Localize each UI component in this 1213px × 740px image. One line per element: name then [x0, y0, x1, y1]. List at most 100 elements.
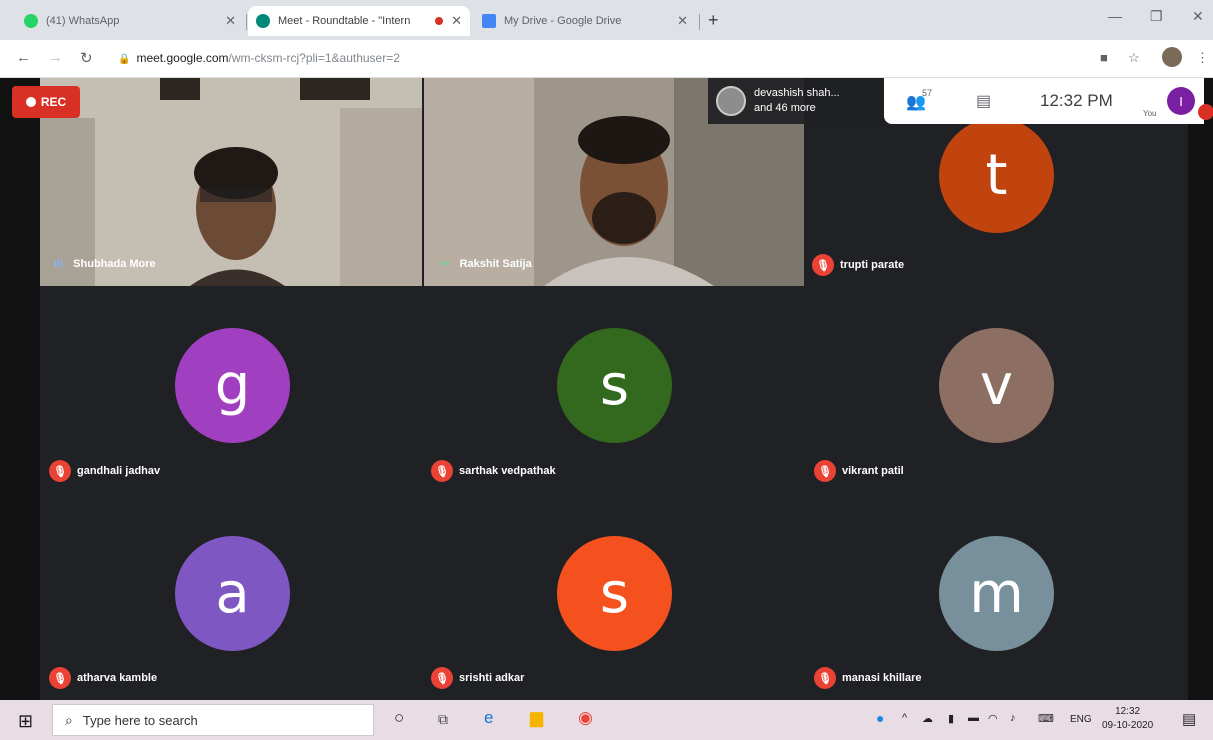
minimize-icon[interactable]: —: [1108, 8, 1122, 24]
participant-count: 57: [922, 88, 933, 98]
participant-avatar: t: [939, 118, 1054, 233]
presenter-avatar: [716, 86, 746, 116]
help-icon[interactable]: ●: [876, 710, 884, 726]
speaking-indicator-icon: •••: [438, 258, 450, 270]
participant-name: atharva kamble: [77, 672, 158, 684]
participant-name: sarthak vedpathak: [459, 465, 556, 477]
close-icon[interactable]: ✕: [677, 13, 688, 29]
mic-muted-icon: 🎙: [49, 667, 71, 689]
participant-name: Shubhada More: [73, 258, 156, 270]
cloud-icon[interactable]: ☁: [922, 712, 933, 725]
cortana-icon[interactable]: ○: [394, 708, 404, 728]
keyboard-icon[interactable]: ⌨: [1038, 712, 1054, 725]
language-indicator[interactable]: ENG: [1070, 714, 1092, 725]
new-tab-icon[interactable]: +: [708, 10, 719, 31]
meet-icon: [256, 14, 270, 28]
menu-icon[interactable]: ⋮: [1196, 50, 1209, 66]
notification-badge: [1198, 104, 1213, 120]
windows-start-icon[interactable]: ⊞: [18, 711, 33, 732]
participant-name-label: ••• Rakshit Satija: [438, 258, 532, 270]
reload-icon[interactable]: ↻: [80, 49, 93, 67]
wifi-icon[interactable]: ◠: [988, 712, 998, 725]
chrome-icon[interactable]: ◉: [578, 708, 593, 728]
chat-icon[interactable]: ▤: [976, 91, 991, 111]
network-icon[interactable]: ▬: [968, 712, 979, 724]
participant-name: vikrant patil: [842, 465, 904, 477]
volume-icon[interactable]: ♪: [1010, 712, 1016, 724]
speaking-indicator-icon: ılı: [54, 258, 64, 270]
recording-badge: REC: [12, 86, 80, 118]
clock-date: 09-10-2020: [1102, 720, 1154, 731]
windows-taskbar: ⊞ ⌕ Type here to search ○ ⧉ e ▆ ◉ ● ^ ☁ …: [0, 700, 1213, 740]
clock-time: 12:32: [1115, 706, 1141, 717]
mic-muted-icon: 🎙: [431, 460, 453, 482]
participant-tile[interactable]: a 🎙 atharva kamble: [40, 496, 422, 696]
participant-name: Rakshit Satija: [459, 258, 532, 270]
participant-name: trupti parate: [840, 259, 905, 271]
tab-whatsapp[interactable]: (41) WhatsApp ✕: [16, 6, 244, 36]
participant-name: manasi khillare: [842, 672, 922, 684]
address-bar: ← → ↻ 🔒 meet.google.com/wm-cksm-rcj?pli=1…: [0, 40, 1213, 78]
forward-icon[interactable]: →: [48, 49, 63, 66]
tray-chevron-icon[interactable]: ^: [902, 712, 907, 724]
meet-stage: ılı Shubhada More ••• Rakshit Satija t 🎙…: [0, 78, 1213, 700]
rec-label: REC: [40, 95, 67, 109]
mic-muted-icon: 🎙: [812, 254, 834, 276]
tab-separator: [246, 14, 247, 30]
star-icon[interactable]: ☆: [1128, 50, 1140, 66]
participant-name: srishti adkar: [459, 672, 525, 684]
file-explorer-icon[interactable]: ▆: [530, 708, 543, 728]
camera-icon[interactable]: ■: [1100, 50, 1108, 65]
participant-avatar: s: [557, 328, 672, 443]
self-avatar[interactable]: I: [1167, 87, 1195, 115]
recording-indicator-icon: [435, 17, 444, 25]
mic-muted-icon: 🎙: [814, 667, 836, 689]
notification-center-icon[interactable]: ▤: [1182, 710, 1196, 728]
record-dot-icon: [25, 97, 36, 107]
restore-icon[interactable]: ❐: [1150, 8, 1163, 25]
profile-avatar[interactable]: [1162, 47, 1182, 67]
tab-title: My Drive - Google Drive: [504, 15, 622, 27]
participant-tile[interactable]: m 🎙 manasi khillare: [806, 496, 1188, 696]
system-clock[interactable]: 12:32 09-10-2020: [1102, 705, 1153, 733]
participant-tile[interactable]: v 🎙 vikrant patil: [806, 290, 1188, 488]
window-close-icon[interactable]: ✕: [1192, 8, 1204, 25]
whatsapp-icon: [24, 14, 38, 28]
mic-muted-icon: 🎙: [431, 667, 453, 689]
participant-name-label: 🎙 manasi khillare: [814, 667, 922, 689]
presenter-chip[interactable]: devashish shah... and 46 more: [708, 78, 884, 124]
participant-name-label: 🎙 srishti adkar: [431, 667, 524, 689]
participant-tile[interactable]: g 🎙 gandhali jadhav: [40, 290, 422, 488]
participant-avatar: g: [175, 328, 290, 443]
close-icon[interactable]: ✕: [225, 13, 236, 29]
close-icon[interactable]: ✕: [451, 13, 462, 29]
participant-avatar: s: [557, 536, 672, 651]
browser-tab-strip: (41) WhatsApp ✕ Meet - Roundtable - "Int…: [0, 0, 1213, 40]
back-icon[interactable]: ←: [16, 49, 31, 66]
task-view-icon[interactable]: ⧉: [438, 711, 448, 728]
mic-muted-icon: 🎙: [814, 460, 836, 482]
presenter-more: and 46 more: [754, 102, 816, 114]
presenter-name: devashish shah...: [754, 87, 840, 99]
participant-name-label: 🎙 atharva kamble: [49, 667, 157, 689]
lock-icon: 🔒: [118, 54, 131, 65]
participant-name-label: 🎙 sarthak vedpathak: [431, 460, 556, 482]
tab-meet[interactable]: Meet - Roundtable - "Intern ✕: [248, 6, 470, 36]
tab-drive[interactable]: My Drive - Google Drive ✕: [474, 6, 696, 36]
tab-title: Meet - Roundtable - "Intern: [278, 15, 411, 27]
taskbar-search[interactable]: ⌕ Type here to search: [52, 704, 374, 736]
participant-name-label: 🎙 vikrant patil: [814, 460, 904, 482]
edge-icon[interactable]: e: [484, 708, 493, 728]
battery-icon[interactable]: ▮: [948, 712, 954, 725]
search-placeholder: Type here to search: [82, 712, 198, 728]
participant-tile[interactable]: ılı Shubhada More: [40, 78, 422, 286]
participant-tile[interactable]: s 🎙 srishti adkar: [424, 496, 804, 696]
url-field[interactable]: 🔒 meet.google.com/wm-cksm-rcj?pli=1&authu…: [118, 51, 400, 65]
participant-name-label: 🎙 gandhali jadhav: [49, 460, 160, 482]
meeting-clock: 12:32 PM: [1040, 91, 1113, 110]
participant-tile[interactable]: s 🎙 sarthak vedpathak: [424, 290, 804, 488]
you-label: You: [1143, 109, 1157, 118]
participant-avatar: m: [939, 536, 1054, 651]
participant-avatar: v: [939, 328, 1054, 443]
video-feed: [40, 78, 422, 286]
